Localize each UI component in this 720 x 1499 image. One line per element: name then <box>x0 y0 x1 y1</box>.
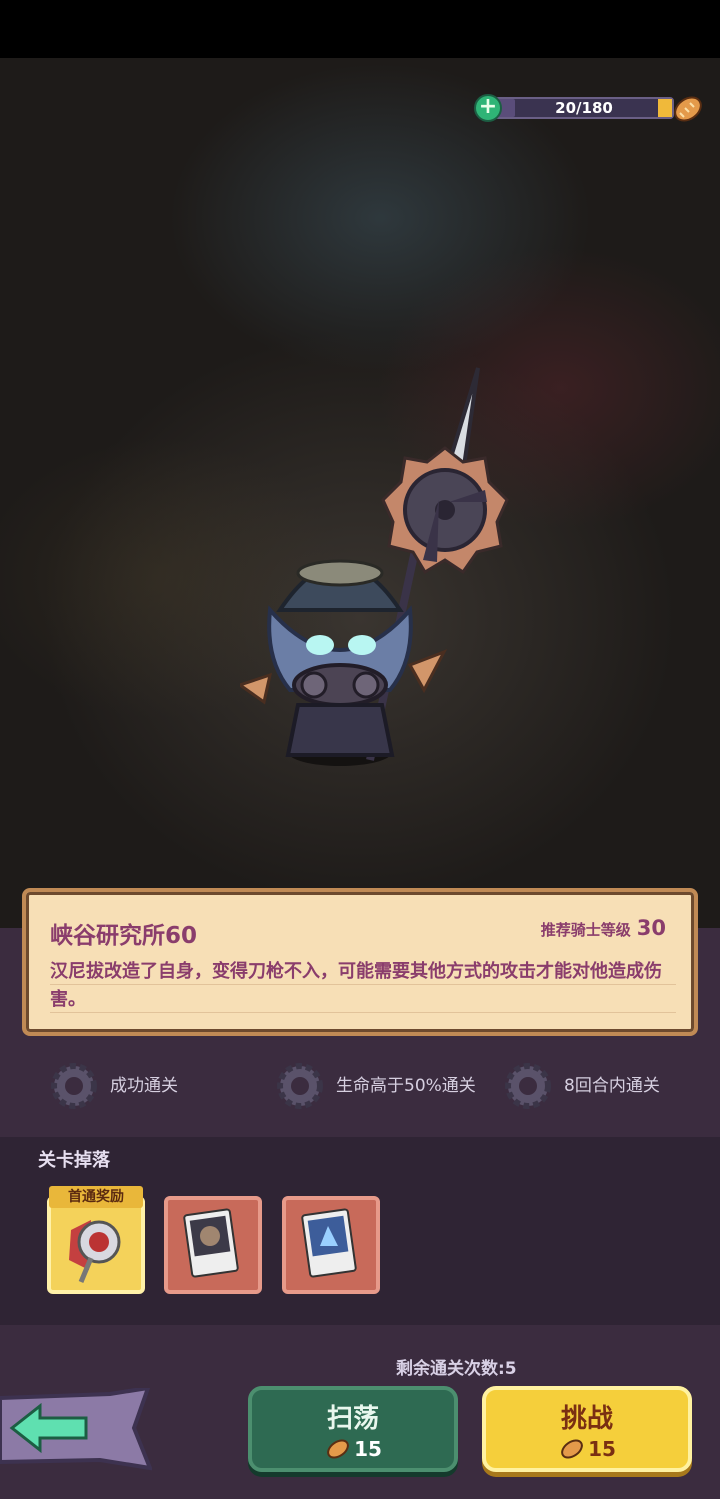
drop-item-card-2[interactable] <box>282 1196 380 1294</box>
challenge-cost: 15 <box>486 1437 688 1461</box>
stamina-value: 20/180 <box>555 99 613 117</box>
challenge-button[interactable]: 挑战 15 <box>482 1386 692 1472</box>
bread-icon <box>674 96 702 122</box>
knight-card-icon <box>301 1208 357 1278</box>
gear-icon <box>505 1063 551 1109</box>
bread-icon <box>561 1439 583 1459</box>
stage-title: 峡谷研究所60 <box>50 923 198 949</box>
goal-clear: 成功通关 <box>50 1058 178 1114</box>
stage-description-card: 峡谷研究所60 推荐骑士等级 30 汉尼拔改造了自身，变得刀枪不入，可能需要其他方… <box>22 888 698 1036</box>
sweep-button[interactable]: 扫荡 15 <box>248 1386 458 1472</box>
challenge-label: 挑战 <box>560 1404 613 1434</box>
challenge-cost-value: 15 <box>588 1437 616 1461</box>
sweep-cost: 15 <box>252 1437 454 1461</box>
drop-item-first-clear[interactable]: 首通奖励 <box>47 1186 145 1294</box>
recommended-level: 推荐骑士等级 30 <box>541 916 666 940</box>
recommended-level-label: 推荐骑士等级 <box>540 921 631 939</box>
goal-text: 成功通关 <box>110 1076 178 1096</box>
remaining-attempts: 剩余通关次数:5 <box>396 1359 517 1379</box>
bread-icon <box>327 1439 349 1459</box>
stamina-bar: 20/180 + <box>474 92 706 124</box>
sweep-label: 扫荡 <box>326 1404 379 1434</box>
back-button[interactable] <box>0 1388 152 1472</box>
knight-card-icon <box>183 1208 239 1278</box>
drop-item-card-1[interactable] <box>164 1196 262 1294</box>
goal-hp: 生命高于50%通关 <box>276 1058 486 1114</box>
gear-icon <box>51 1063 97 1109</box>
add-stamina-button[interactable]: + <box>474 94 502 122</box>
stage-description: 汉尼拔改造了自身，变得刀枪不入，可能需要其他方式的攻击才能对他造成伤害。 <box>50 961 662 1010</box>
hunter-badge-icon <box>69 1220 121 1283</box>
gear-icon <box>277 1063 323 1109</box>
sweep-cost-value: 15 <box>354 1437 382 1461</box>
drops-title: 关卡掉落 <box>38 1150 110 1171</box>
goal-text: 生命高于50%通关 <box>336 1076 476 1096</box>
goal-turns: 8回合内通关 <box>504 1058 660 1114</box>
recommended-level-value: 30 <box>636 916 666 940</box>
boss-character-illustration <box>240 367 509 766</box>
first-clear-badge: 首通奖励 <box>49 1186 143 1208</box>
goal-text: 8回合内通关 <box>564 1076 660 1096</box>
